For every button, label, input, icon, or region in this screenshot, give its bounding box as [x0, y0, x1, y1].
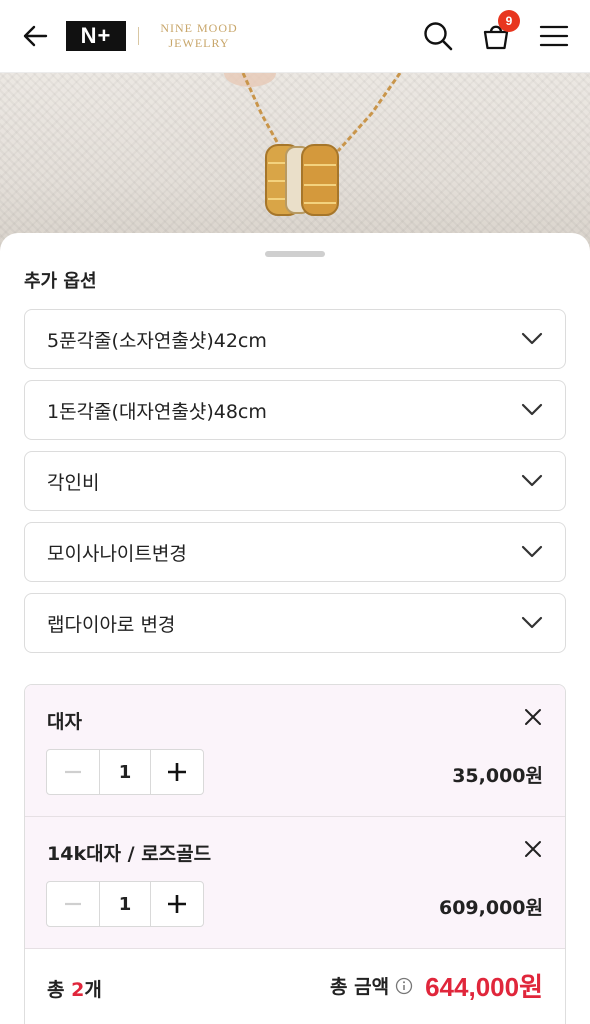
option-select-2[interactable]: 1돈각줄(대자연출샷)48cm — [24, 380, 566, 440]
total-amount-label: 총 금액 — [330, 976, 390, 998]
option-select-list: 5푼각줄(소자연출샷)42cm 1돈각줄(대자연출샷)48cm 각인비 모이사나… — [24, 309, 566, 664]
option-select-label: 5푼각줄(소자연출샷)42cm — [47, 329, 267, 352]
product-image — [0, 73, 590, 253]
option-select-4[interactable]: 모이사나이트변경 — [24, 522, 566, 582]
increase-quantity-button[interactable] — [151, 882, 203, 926]
sheet-drag-handle[interactable] — [265, 251, 325, 257]
selected-item-price: 609,000원 — [438, 897, 543, 919]
back-button[interactable] — [20, 21, 50, 51]
info-icon[interactable] — [395, 977, 413, 995]
total-count-suffix: 개 — [84, 979, 102, 1001]
total-amount-value: 644,000원 — [425, 972, 543, 1002]
brand-divider — [138, 27, 139, 45]
selected-item-name: 14k대자 / 로즈골드 — [47, 843, 212, 865]
decrease-quantity-button[interactable] — [47, 882, 99, 926]
total-count-number: 2 — [71, 979, 85, 1001]
quantity-value[interactable]: 1 — [99, 882, 151, 926]
chevron-down-icon — [521, 403, 543, 416]
chevron-down-icon — [521, 474, 543, 487]
option-select-label: 각인비 — [47, 471, 100, 494]
selected-item: 대자 1 35,000원 — [25, 685, 565, 817]
menu-button[interactable] — [538, 20, 570, 52]
increase-quantity-button[interactable] — [151, 750, 203, 794]
quantity-stepper: 1 — [46, 881, 204, 927]
arrow-left-icon — [23, 25, 48, 47]
chevron-down-icon — [521, 616, 543, 629]
brand-name-line2: JEWELRY — [168, 36, 230, 50]
total-amount-group: 총 금액 644,000원 — [330, 967, 543, 1004]
brand-name[interactable]: NINE MOOD JEWELRY — [153, 21, 245, 51]
cart-button[interactable]: 9 — [480, 10, 520, 52]
close-icon[interactable] — [523, 839, 543, 859]
selected-item-name: 대자 — [47, 711, 82, 733]
search-button[interactable] — [422, 20, 454, 52]
n-plus-logo[interactable]: N+ — [66, 21, 126, 51]
plus-icon — [168, 763, 186, 781]
quantity-value[interactable]: 1 — [99, 750, 151, 794]
selected-item-price: 35,000원 — [452, 765, 543, 787]
option-select-5[interactable]: 랩다이아로 변경 — [24, 593, 566, 653]
option-select-label: 모이사나이트변경 — [47, 542, 187, 565]
quantity-stepper: 1 — [46, 749, 204, 795]
cart-count-badge: 9 — [498, 10, 520, 32]
option-select-3[interactable]: 각인비 — [24, 451, 566, 511]
section-title: 추가 옵션 — [24, 271, 97, 292]
total-summary: 총 2개 총 금액 644,000원 — [25, 965, 565, 1015]
option-select-1[interactable]: 5푼각줄(소자연출샷)42cm — [24, 309, 566, 369]
total-count: 총 2개 — [47, 975, 102, 1002]
search-icon — [424, 22, 453, 51]
chevron-down-icon — [521, 332, 543, 345]
plus-icon — [168, 895, 186, 913]
close-icon[interactable] — [523, 707, 543, 727]
decrease-quantity-button[interactable] — [47, 750, 99, 794]
selected-items-box: 대자 1 35,000원 14k대자 / 로즈골드 1 609,000원 총 2… — [24, 684, 566, 1024]
selected-item: 14k대자 / 로즈골드 1 609,000원 — [25, 817, 565, 949]
option-select-label: 랩다이아로 변경 — [47, 613, 176, 636]
brand-name-line1: NINE MOOD — [160, 21, 238, 35]
chevron-down-icon — [521, 545, 543, 558]
necklace-illustration — [224, 73, 402, 216]
minus-icon — [65, 770, 81, 774]
option-select-label: 1돈각줄(대자연출샷)48cm — [47, 400, 267, 423]
top-header: N+ NINE MOOD JEWELRY 9 — [0, 0, 590, 73]
hamburger-menu-icon — [539, 25, 569, 47]
minus-icon — [65, 902, 81, 906]
total-count-prefix: 총 — [47, 979, 72, 1001]
option-bottom-sheet: 추가 옵션 5푼각줄(소자연출샷)42cm 1돈각줄(대자연출샷)48cm 각인… — [0, 233, 590, 1024]
